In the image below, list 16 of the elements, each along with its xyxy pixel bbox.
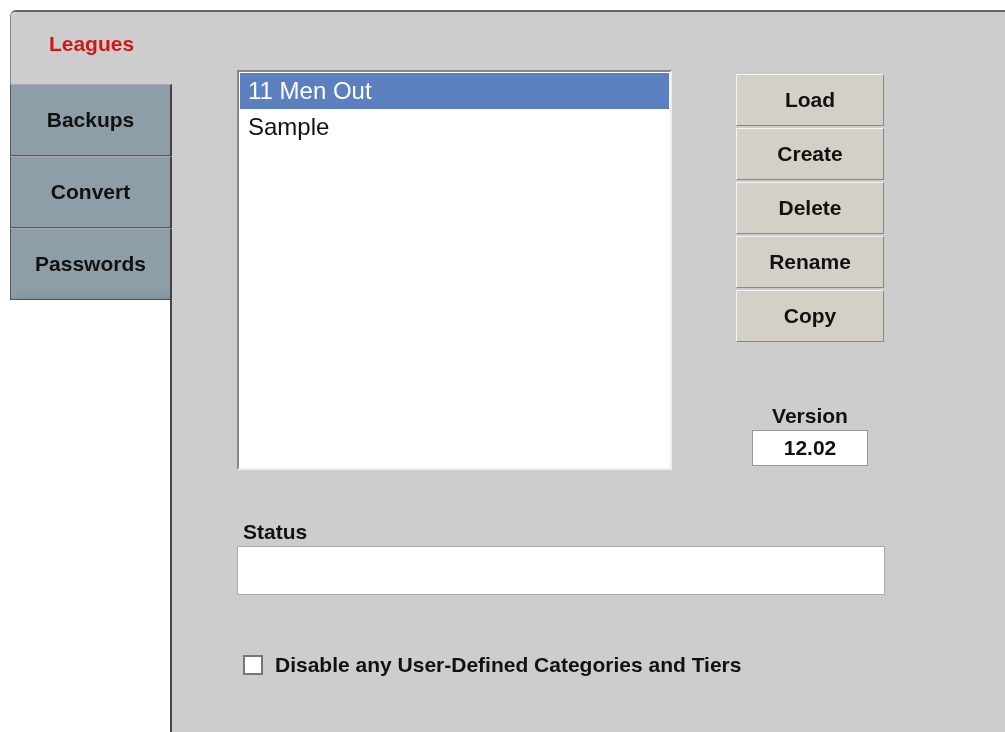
tab[interactable]: Passwords [10, 228, 172, 300]
action-button[interactable]: Delete [736, 182, 884, 234]
leagues-list[interactable]: 11 Men Out Sample [237, 70, 672, 470]
list-item[interactable]: Sample [240, 109, 669, 145]
status-label: Status [243, 520, 308, 544]
version-label: Version [772, 404, 848, 428]
action-button[interactable]: Rename [736, 236, 884, 288]
checkbox[interactable] [243, 655, 263, 675]
tab[interactable]: Backups [10, 84, 172, 156]
action-button[interactable]: Create [736, 128, 884, 180]
tab[interactable]: Convert [10, 156, 172, 228]
version-field: 12.02 [752, 430, 868, 466]
checkbox-label: Disable any User-Defined Categories and Tiers [275, 653, 742, 677]
list-item[interactable]: 11 Men Out [240, 73, 669, 109]
action-button[interactable]: Copy [736, 290, 884, 342]
action-button[interactable]: Load [736, 74, 884, 126]
